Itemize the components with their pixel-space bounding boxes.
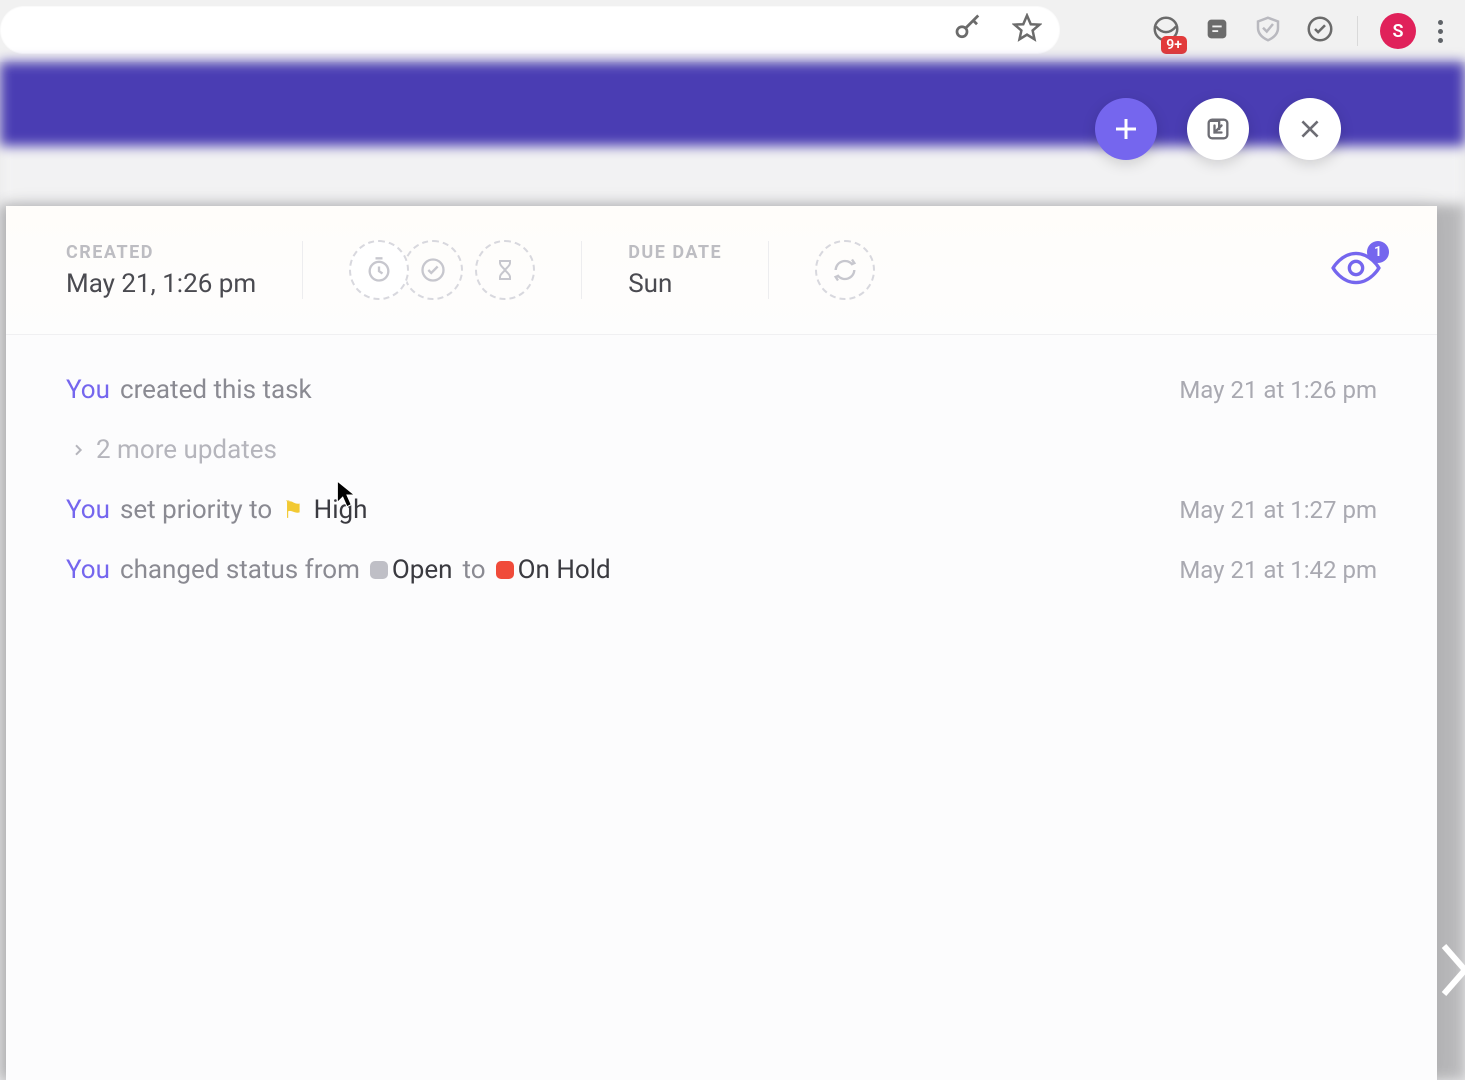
activity-row: You changed status from Open to On Hold … bbox=[66, 555, 1377, 585]
estimate-icon[interactable] bbox=[475, 240, 535, 300]
due-date-label: DUE DATE bbox=[628, 242, 722, 263]
task-panel: CREATED May 21, 1:26 pm DUE DATE Sun bbox=[6, 206, 1437, 1080]
separator bbox=[302, 241, 303, 299]
activity-text: changed status from bbox=[120, 555, 360, 585]
extension-icon-3[interactable] bbox=[1253, 14, 1283, 48]
start-timer-icon[interactable] bbox=[349, 240, 409, 300]
browser-chrome: 9+ S bbox=[0, 0, 1465, 62]
mark-done-icon[interactable] bbox=[403, 240, 463, 300]
flag-icon: ⚑ bbox=[282, 496, 304, 524]
status-chip-open bbox=[370, 561, 388, 579]
profile-avatar[interactable]: S bbox=[1380, 13, 1416, 49]
extension-icon-2[interactable] bbox=[1203, 15, 1231, 47]
status-chip-onhold bbox=[496, 561, 514, 579]
watchers-button[interactable]: 1 bbox=[1331, 249, 1381, 291]
bookmark-star-icon[interactable] bbox=[1012, 13, 1042, 47]
activity-text: to bbox=[463, 555, 486, 585]
activity-text: set priority to bbox=[120, 495, 272, 525]
status-to: On Hold bbox=[518, 555, 611, 585]
activity-user: You bbox=[66, 495, 110, 525]
recurring-icon[interactable] bbox=[815, 240, 875, 300]
activity-row: You set priority to ⚑ High May 21 at 1:2… bbox=[66, 495, 1377, 525]
status-from: Open bbox=[392, 555, 453, 585]
time-tracking-icons bbox=[349, 240, 535, 300]
separator bbox=[581, 241, 582, 299]
browser-menu-icon[interactable] bbox=[1438, 20, 1443, 43]
activity-list: You created this task May 21 at 1:26 pm … bbox=[6, 335, 1437, 1080]
activity-row: You created this task May 21 at 1:26 pm bbox=[66, 375, 1377, 405]
separator bbox=[768, 241, 769, 299]
omnibox[interactable] bbox=[0, 6, 1060, 54]
due-date-meta[interactable]: DUE DATE Sun bbox=[628, 242, 722, 299]
created-meta: CREATED May 21, 1:26 pm bbox=[66, 242, 256, 299]
more-updates-label: 2 more updates bbox=[96, 435, 277, 465]
next-task-chevron[interactable] bbox=[1435, 940, 1465, 1004]
key-icon[interactable] bbox=[952, 13, 982, 47]
chevron-right-icon bbox=[70, 442, 86, 458]
extension-icon-1[interactable]: 9+ bbox=[1151, 14, 1181, 48]
created-label: CREATED bbox=[66, 242, 256, 263]
add-button[interactable] bbox=[1095, 98, 1157, 160]
activity-timestamp: May 21 at 1:42 pm bbox=[1179, 556, 1377, 584]
chrome-divider bbox=[1357, 16, 1358, 46]
activity-timestamp: May 21 at 1:26 pm bbox=[1179, 376, 1377, 404]
extension-badge-count: 9+ bbox=[1161, 36, 1187, 54]
extension-icon-4[interactable] bbox=[1305, 14, 1335, 48]
activity-user: You bbox=[66, 555, 110, 585]
expand-more-updates[interactable]: 2 more updates bbox=[66, 435, 1377, 465]
activity-user: You bbox=[66, 375, 110, 405]
activity-text: created this task bbox=[120, 375, 312, 405]
due-date-value: Sun bbox=[628, 269, 722, 299]
activity-timestamp: May 21 at 1:27 pm bbox=[1179, 496, 1377, 524]
priority-value: High bbox=[314, 495, 368, 525]
created-value: May 21, 1:26 pm bbox=[66, 269, 256, 299]
task-panel-header: CREATED May 21, 1:26 pm DUE DATE Sun bbox=[6, 206, 1437, 335]
watchers-count-badge: 1 bbox=[1367, 241, 1389, 263]
close-button[interactable] bbox=[1279, 98, 1341, 160]
minimize-button[interactable] bbox=[1187, 98, 1249, 160]
avatar-initial: S bbox=[1393, 21, 1404, 42]
panel-action-buttons bbox=[1095, 98, 1341, 160]
